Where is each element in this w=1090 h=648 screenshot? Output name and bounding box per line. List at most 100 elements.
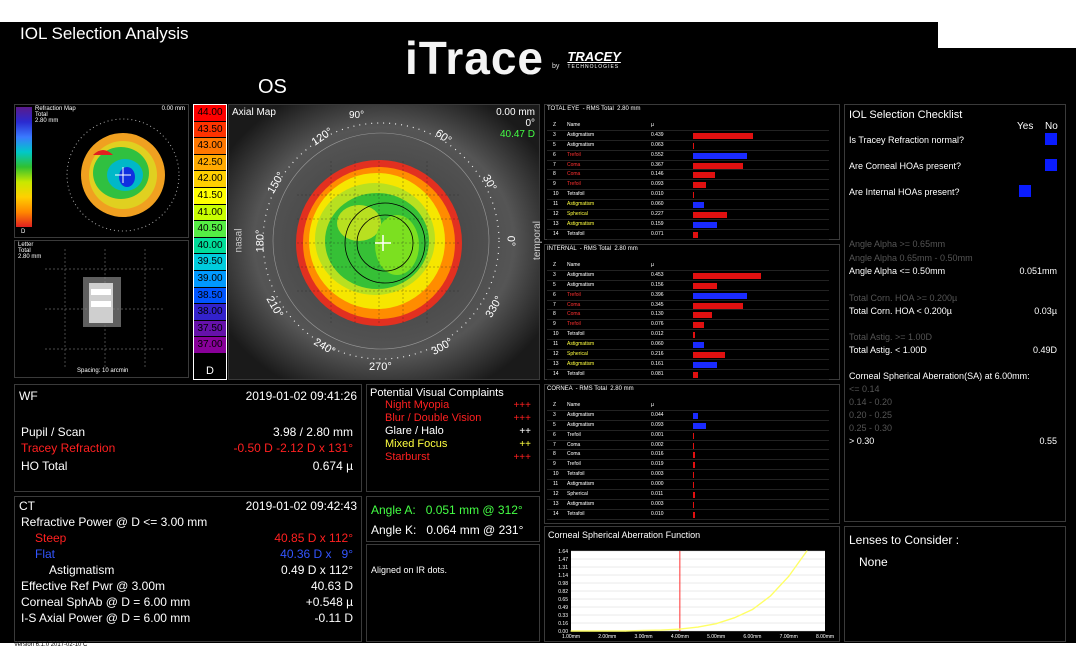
- axial-map-title: Axial Map: [232, 107, 276, 118]
- sa-data-point: [661, 629, 663, 631]
- complaint-severity: +++: [513, 413, 531, 424]
- zernike-header-cell: Z: [553, 262, 557, 268]
- zernike-bar: [693, 432, 694, 439]
- sa-chart-panel: Corneal Spherical Aberration Function 1.…: [544, 526, 840, 642]
- scale-value: 42.50: [194, 154, 226, 172]
- zernike-row: 7 Coma 0.345: [547, 301, 829, 311]
- sa-x-tick: 3.00mm: [635, 634, 653, 640]
- letter-panel[interactable]: Letter Total 2.80 mm Spacing: 10 arcmin: [14, 240, 189, 378]
- zernike-value: 0.016: [651, 451, 664, 458]
- zernike-bar: [693, 172, 716, 179]
- ct-astig-label: Astigmatism: [49, 563, 115, 577]
- complaint-label: Night Myopia: [385, 399, 450, 411]
- zernike-value: 0.453: [651, 271, 664, 278]
- astig-1: Total Astig. >= 1.00D: [849, 332, 933, 342]
- erp-value: 40.63 D: [310, 579, 353, 593]
- lenses-title: Lenses to Consider :: [849, 533, 960, 547]
- sa-data-point: [769, 595, 772, 597]
- zernike-value: 0.001: [651, 431, 664, 438]
- zernike-value: 0.552: [651, 151, 664, 158]
- zernike-index: 12: [553, 351, 559, 358]
- zernike-row: 14 Tetrafoil 0.081: [547, 370, 829, 380]
- zernike-index: 12: [553, 211, 559, 218]
- zernike-bar: [693, 352, 725, 359]
- q1-no-checkbox[interactable]: [1045, 133, 1057, 145]
- zernike-value: 0.060: [651, 201, 664, 208]
- zernike-bar: [693, 511, 695, 518]
- zernike-bar: [693, 322, 705, 329]
- axial-map-image: [229, 105, 539, 379]
- rp-label: Refractive Power @ D <= 3.00 mm: [21, 515, 208, 529]
- angle-180: 180°: [254, 229, 267, 253]
- zernike-header-cell: Name: [567, 262, 581, 268]
- complaint-label: Starburst: [385, 451, 430, 463]
- zernike-index: 6: [553, 151, 556, 158]
- scale-value: 43.50: [194, 121, 226, 139]
- zernike-index: 8: [553, 171, 556, 178]
- scale-value: 39.00: [194, 270, 226, 288]
- sa-x-tick: 5.00mm: [707, 634, 725, 640]
- refraction-map-panel[interactable]: Refraction Map Total 2.80 mm 0.00 mm D: [14, 104, 189, 238]
- complaint-label: Glare / Halo: [385, 425, 444, 437]
- sa-data-point: [588, 630, 590, 632]
- q2-no-checkbox[interactable]: [1045, 159, 1057, 171]
- axial-scale: 44.00 43.50 43.00 42.50 42.00 41.50 41.00 40.50…: [193, 104, 227, 380]
- zernike-row: 7 Coma 0.367: [547, 161, 829, 171]
- zernike-name: Trefoil: [567, 461, 581, 468]
- zernike-value: 0.002: [651, 441, 664, 448]
- complaint-severity: +++: [513, 400, 531, 411]
- zernike-row: 10 Tetrafoil 0.012: [547, 330, 829, 341]
- zernike-row: 7 Coma 0.002: [547, 441, 829, 451]
- zernike-row: 5 Astigmatism 0.156: [547, 281, 829, 291]
- zernike-index: 13: [553, 220, 559, 227]
- zernike-row: 12 Spherical 0.011: [547, 490, 829, 500]
- wf-panel: WF 2019-01-02 09:41:26 Pupil / Scan 3.98…: [14, 384, 362, 492]
- zernike-index: 9: [553, 461, 556, 468]
- zernike-value: 0.076: [651, 321, 664, 328]
- zernike-value: 0.161: [651, 360, 664, 367]
- sa-data-point: [679, 628, 681, 630]
- zernike-row: 3 Astigmatism 0.453: [547, 271, 829, 281]
- flat-value: 40.36 D x 9°: [280, 547, 353, 561]
- zernike-index: 8: [553, 311, 556, 318]
- zernike-row: 9 Trefoil 0.076: [547, 320, 829, 331]
- zernike-value: 0.439: [651, 131, 664, 138]
- zernike-index: 7: [553, 161, 556, 168]
- zernike-value: 0.367: [651, 161, 664, 168]
- sa-x-tick: 1.00mm: [562, 634, 580, 640]
- zernike-index: 11: [553, 341, 559, 348]
- zernike-name: Coma: [567, 441, 581, 448]
- sa-title: Corneal Spherical Aberration(SA) at 6.00…: [849, 371, 1030, 381]
- zernike-row: 3 Astigmatism 0.439: [547, 131, 829, 141]
- zernike-index: 12: [553, 491, 559, 498]
- zernike-bar: [693, 292, 748, 299]
- sa-x-tick: 6.00mm: [743, 634, 761, 640]
- sa-x-tick: 8.00mm: [816, 634, 834, 640]
- checklist-panel: IOL Selection Checklist Yes No Is Tracey…: [844, 104, 1066, 522]
- zernike-index: 6: [553, 431, 556, 438]
- sa-data-point: [806, 550, 808, 552]
- zernike-bar: [693, 182, 706, 189]
- sa-y-tick: 0.16: [558, 621, 568, 627]
- zernike-name: Tetrafoil: [567, 191, 585, 198]
- complaint-severity: +++: [513, 452, 531, 463]
- zernike-name: Astigmatism: [567, 360, 595, 367]
- letter-spacing: Spacing: 10 arcmin: [77, 368, 129, 374]
- zernike-table-title: INTERNAL - RMS Total 2.80 mm: [547, 246, 638, 252]
- sa-value: 0.55: [1039, 436, 1057, 446]
- q3-yes-checkbox[interactable]: [1019, 185, 1031, 197]
- sph-value: +0.548 µ: [305, 595, 353, 609]
- axial-map-panel[interactable]: Axial Map 90° 0.00 mm 0° 40.47 D nasal t…: [228, 104, 543, 380]
- zernike-bar: [693, 342, 705, 349]
- angle-k: Angle K: 0.064 mm @ 231°: [371, 523, 524, 537]
- zernike-index: 8: [553, 451, 556, 458]
- zernike-row: 5 Astigmatism 0.063: [547, 141, 829, 151]
- zernike-index: 10: [553, 471, 559, 478]
- ho-total-value: 0.674 µ: [312, 459, 353, 473]
- nasal-label: nasal: [233, 228, 245, 253]
- zernike-index: 5: [553, 141, 556, 148]
- scale-value: 40.50: [194, 221, 226, 238]
- zernike-bar: [693, 202, 705, 209]
- zernike-row: 6 Trefoil 0.396: [547, 291, 829, 301]
- astig-2: Total Astig. < 1.00D: [849, 345, 927, 355]
